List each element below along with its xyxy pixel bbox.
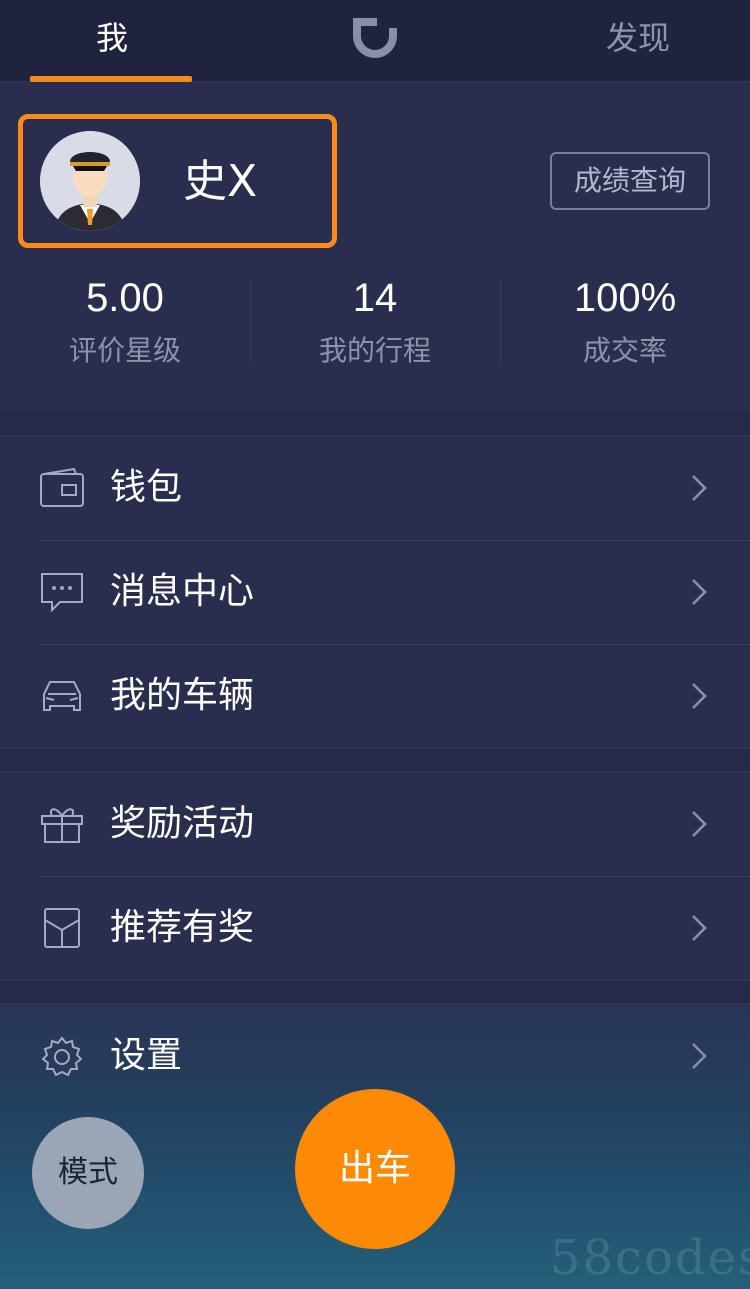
driver-avatar-icon — [40, 131, 140, 231]
menu-label: 我的车辆 — [110, 675, 255, 716]
menu-group-rewards: 奖励活动 推荐有奖 — [0, 771, 750, 981]
chevron-right-icon — [692, 915, 707, 941]
gift-icon — [41, 808, 83, 843]
stat-rating[interactable]: 5.00 评价星级 — [0, 274, 250, 370]
stat-value: 5.00 — [86, 276, 164, 320]
menu-label: 钱包 — [110, 467, 183, 508]
watermark: 58codes — [550, 1230, 750, 1286]
profile-card[interactable]: 史X — [18, 114, 337, 248]
menu-item-messages[interactable]: 消息中心 — [0, 540, 750, 644]
chevron-right-icon — [692, 683, 707, 709]
menu-item-my-vehicle[interactable]: 我的车辆 — [0, 644, 750, 748]
stat-trips[interactable]: 14 我的行程 — [250, 274, 500, 370]
message-icon — [41, 573, 83, 612]
didi-logo-icon[interactable] — [347, 14, 403, 62]
tab-me[interactable]: 我 — [96, 16, 128, 60]
stat-label: 评价星级 — [68, 334, 181, 367]
stat-completion-rate[interactable]: 100% 成交率 — [500, 274, 750, 370]
stat-label: 成交率 — [582, 334, 667, 367]
chevron-right-icon — [692, 811, 707, 837]
envelope-icon — [44, 908, 80, 948]
chevron-right-icon — [692, 579, 707, 605]
mode-button[interactable]: 模式 — [32, 1117, 144, 1229]
menu-item-wallet[interactable]: 钱包 — [0, 436, 750, 540]
gear-icon — [41, 1036, 83, 1076]
menu-group-account: 钱包 消息中心 我的车辆 — [0, 435, 750, 749]
chevron-right-icon — [692, 1043, 707, 1069]
avatar[interactable] — [40, 131, 140, 231]
stat-value: 100% — [573, 276, 677, 320]
menu-label: 奖励活动 — [110, 803, 255, 844]
start-driving-button[interactable]: 出车 — [295, 1089, 455, 1249]
stat-value: 14 — [352, 276, 398, 320]
score-query-button[interactable]: 成绩查询 — [550, 152, 710, 210]
top-tab-bar: 我 发现 — [0, 0, 750, 82]
menu-label: 设置 — [110, 1035, 183, 1076]
menu-label: 消息中心 — [110, 571, 255, 612]
profile-section: 史X 成绩查询 5.00 评价星级 14 我的行程 100% 成交率 — [0, 82, 750, 410]
wallet-icon — [40, 468, 84, 507]
car-icon — [43, 681, 81, 711]
user-name: 史X — [183, 156, 258, 207]
menu-label: 推荐有奖 — [110, 907, 255, 948]
chevron-right-icon — [692, 475, 707, 501]
menu-item-rewards[interactable]: 奖励活动 — [0, 772, 750, 876]
tab-discover[interactable]: 发现 — [606, 16, 670, 60]
stat-label: 我的行程 — [318, 334, 431, 367]
menu-item-referral[interactable]: 推荐有奖 — [0, 876, 750, 980]
